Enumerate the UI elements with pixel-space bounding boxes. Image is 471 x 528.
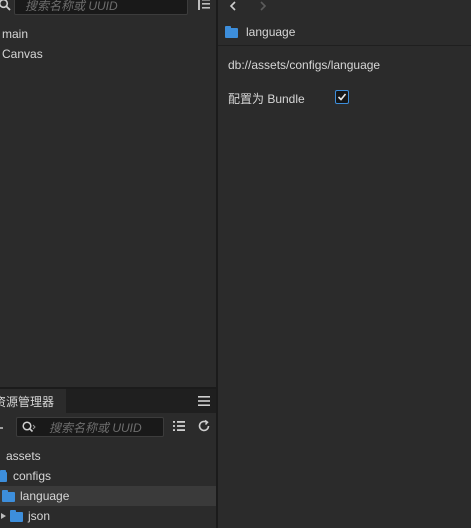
inspector-header: language <box>218 22 471 42</box>
tab-assets[interactable]: 资源管理器 <box>0 389 66 413</box>
inspector-panel: language db://assets/configs/language 配置… <box>218 0 471 528</box>
node-label: main <box>2 27 29 41</box>
search-icon <box>21 420 37 434</box>
tree-item-label: configs <box>13 469 52 483</box>
folder-icon <box>2 490 15 502</box>
refresh-icon[interactable] <box>0 420 8 432</box>
assets-panel: 资源管理器 搜索名称或 UUID assets configs language <box>0 389 216 528</box>
assets-search-input[interactable]: 搜索名称或 UUID <box>16 417 164 437</box>
collapse-all-icon[interactable] <box>197 0 211 11</box>
menu-icon[interactable] <box>197 395 211 407</box>
tree-item-language[interactable]: language <box>0 486 216 506</box>
node-main[interactable]: main <box>2 24 28 44</box>
search-icon[interactable] <box>0 0 12 12</box>
bundle-checkbox[interactable] <box>335 90 349 104</box>
tree-item-configs[interactable]: configs <box>0 466 216 486</box>
folder-icon <box>0 470 7 482</box>
tree-item-label: json <box>28 509 51 523</box>
hierarchy-search-input[interactable]: 搜索名称或 UUID <box>14 0 188 15</box>
bundle-label: 配置为 Bundle <box>228 92 305 106</box>
check-icon <box>337 92 347 102</box>
folder-icon <box>10 510 23 522</box>
search-placeholder: 搜索名称或 UUID <box>25 0 118 13</box>
asset-path: db://assets/configs/language <box>228 58 381 72</box>
tree-item-assets[interactable]: assets <box>0 446 216 466</box>
assets-toolbar: 搜索名称或 UUID <box>0 415 216 439</box>
back-icon[interactable] <box>228 1 238 11</box>
folder-icon <box>225 26 238 38</box>
forward-icon[interactable] <box>258 1 268 11</box>
tree-item-label: assets <box>6 449 41 463</box>
search-placeholder: 搜索名称或 UUID <box>49 420 142 435</box>
chevron-right-icon[interactable] <box>0 512 8 520</box>
node-label: Canvas <box>2 47 43 61</box>
reload-icon[interactable] <box>197 419 211 433</box>
tree-item-json[interactable]: json <box>0 506 216 526</box>
separator <box>218 45 471 46</box>
list-view-icon[interactable] <box>172 420 186 432</box>
inspector-title: language <box>246 25 296 39</box>
tab-label: 资源管理器 <box>0 394 55 409</box>
node-canvas[interactable]: Canvas <box>2 44 43 64</box>
hierarchy-panel: 搜索名称或 UUID main Canvas <box>0 0 216 387</box>
tree-item-label: language <box>20 489 70 503</box>
assets-tab-bar: 资源管理器 <box>0 389 216 413</box>
